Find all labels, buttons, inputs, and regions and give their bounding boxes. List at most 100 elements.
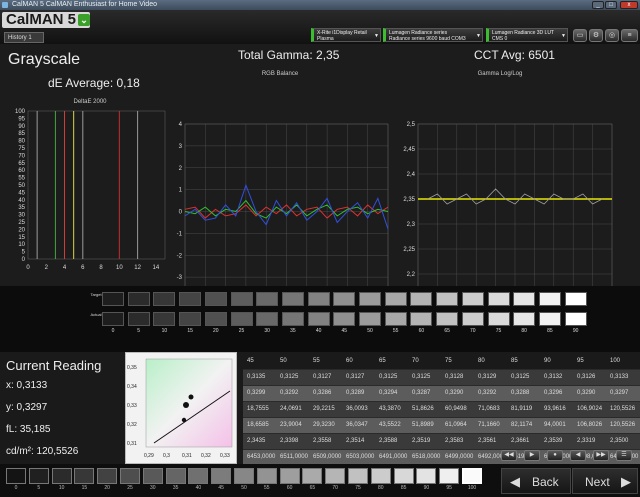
close-window-button[interactable]: x [620, 1, 638, 9]
cie-y-tick: 0,34 [127, 384, 137, 390]
maximize-button[interactable]: □ [605, 1, 617, 9]
footer-patch-85[interactable] [393, 468, 414, 484]
table-header-cell: 55 [313, 358, 320, 364]
table-cell: 0,3296 [544, 390, 563, 396]
table-cell: 6491,0000 [379, 454, 408, 460]
table-cell: 0,3127 [313, 374, 332, 380]
deltae-y-tick: 20 [18, 227, 25, 233]
footer-patch-label: 70 [332, 485, 338, 491]
footer-patch-50[interactable] [234, 468, 254, 484]
gamma-y-tick: 2,2 [407, 272, 416, 278]
swatch-label: 20 [213, 328, 219, 334]
rgb-y-tick: -1 [177, 231, 183, 237]
deltae-x-tick: 0 [26, 265, 30, 271]
footer-patch-15[interactable] [74, 468, 95, 484]
footer-patch-label: 90 [423, 485, 430, 491]
playback-control-button[interactable]: ☰ [616, 450, 632, 461]
back-button[interactable]: Back ◀ [501, 468, 571, 494]
table-cell: 94,0001 [544, 422, 566, 428]
footer-patch-45[interactable] [211, 468, 232, 484]
chevron-down-icon: ▼ [374, 33, 379, 39]
table-cell: 43,5522 [379, 422, 401, 428]
swatch-label: 85 [547, 328, 553, 334]
table-cell: 36,0347 [346, 422, 368, 428]
minimize-button[interactable]: _ [592, 1, 604, 9]
footer-patch-70[interactable] [325, 468, 346, 484]
footer-patch-60[interactable] [279, 468, 300, 484]
footer-patch-95[interactable] [439, 468, 460, 484]
monitor-icon[interactable]: ▭ [573, 29, 587, 42]
swatch-label: 55 [392, 328, 399, 334]
cie-y-tick: 0,32 [127, 422, 137, 428]
table-cell: 43,3870 [379, 406, 401, 412]
playback-control-button[interactable]: ◀◀ [501, 450, 517, 461]
playback-control-button[interactable]: ◀ [570, 450, 586, 461]
footer-patch-10[interactable] [51, 468, 72, 484]
next-button[interactable]: Next ▶ [572, 468, 638, 494]
footer-patch-0[interactable] [6, 468, 26, 484]
playback-control-button[interactable]: ▶ [524, 450, 540, 461]
footer-patch-20[interactable] [97, 468, 118, 484]
footer-patch-25[interactable] [120, 468, 140, 484]
grayscale-panel: Grayscale dE Average: 0,18 Total Gamma: … [0, 44, 640, 286]
table-cell: 6499,0000 [445, 454, 474, 460]
deltae-y-tick: 70 [18, 153, 25, 159]
swatch-row-label: Target [90, 292, 102, 297]
device-lut-selector[interactable]: Lumagen Radiance 3D LUT CMS 0 ▼ [486, 28, 568, 42]
table-cell: 120,5526 [610, 406, 636, 412]
settings-icon[interactable]: ≡ [621, 29, 638, 42]
rgb-y-tick: 3 [179, 144, 183, 150]
table-row: 0,3135 0,3125 0,3127 0,3127 0,3125 0,3125 0,31… [243, 370, 640, 386]
lut-cms: CMS 0 [492, 36, 508, 42]
footer-patch-label: 50 [241, 485, 247, 491]
table-header-cell: 90 [544, 358, 551, 364]
table-cell: 2,3661 [511, 438, 530, 444]
footer-patch-40[interactable] [188, 468, 209, 484]
table-cell: 51,8989 [412, 422, 434, 428]
calman-logo-menu[interactable]: CalMAN 5 ⌄ [2, 12, 91, 28]
grayscale-swatch [127, 312, 150, 326]
refresh-icon[interactable]: ◎ [605, 29, 619, 42]
deltae-y-tick: 10 [18, 242, 25, 248]
grayscale-swatch [204, 292, 227, 306]
cie-point [188, 394, 194, 400]
grayscale-swatch [256, 292, 279, 306]
table-cell: 2,3558 [313, 438, 332, 444]
footer-patch-label: 80 [378, 485, 384, 491]
table-cell: 60,9498 [445, 406, 467, 412]
footer-patch-55[interactable] [256, 468, 277, 484]
grayscale-swatch [153, 292, 176, 306]
footer-patch-label: 0 [14, 485, 18, 491]
footer-patch-30[interactable] [142, 468, 163, 484]
footer-patch-80[interactable] [370, 468, 391, 484]
footer-patch-90[interactable] [416, 468, 437, 484]
footer-patch-35[interactable] [165, 468, 186, 484]
footer-patch-65[interactable] [302, 468, 323, 484]
playback-control-button[interactable]: ▶▶ [593, 450, 609, 461]
footer-patch-5[interactable] [28, 468, 49, 484]
device-meter-selector[interactable]: X-Rite i1Display Retail Plasma ▼ [311, 28, 381, 42]
table-header-cell: 75 [445, 358, 452, 364]
table-cell: 2,3519 [412, 438, 431, 444]
window-title: CalMAN 5 CalMAN Enthusiast for Home Vide… [12, 1, 157, 8]
footer-patch-100[interactable] [462, 468, 482, 484]
cie-point [181, 417, 187, 423]
table-cell: 0,3290 [445, 390, 464, 396]
grayscale-swatch [461, 312, 484, 326]
gear-icon[interactable]: ⚙ [589, 29, 603, 42]
device-source-selector[interactable]: Lumagen Radiance series Radiance series … [383, 28, 483, 42]
table-cell: 24,0691 [280, 406, 302, 412]
footer-patch-75[interactable] [348, 468, 368, 484]
deltae-y-tick: 5 [22, 250, 26, 256]
deltae-y-tick: 0 [22, 257, 26, 263]
tab-history-1[interactable]: History 1 [4, 32, 44, 43]
deltae-y-tick: 55 [18, 176, 25, 182]
cie-x-tick: 0,32 [201, 453, 211, 459]
deltae-x-tick: 4 [63, 265, 67, 271]
charts-canvas: 0510152025303540455055606570758085909510… [15, 109, 613, 286]
reading-x: x: 0,3133 [6, 380, 48, 391]
playback-control-button[interactable]: ● [547, 450, 563, 461]
chevron-down-icon: ▼ [561, 33, 566, 39]
footer-patch-label: 30 [150, 485, 156, 491]
footer-patch-label: 75 [355, 485, 361, 491]
